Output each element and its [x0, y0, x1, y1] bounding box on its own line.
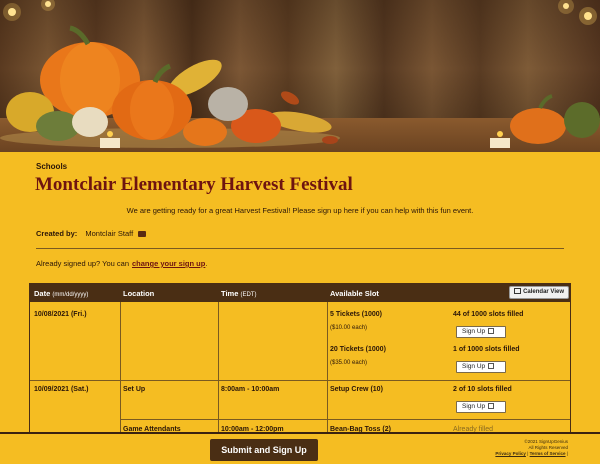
privacy-policy-link[interactable]: Privacy Policy [495, 451, 526, 456]
already-signed-suffix: . [205, 259, 208, 268]
submit-signup-button[interactable]: Submit and Sign Up [210, 439, 318, 461]
signup-button[interactable]: Sign Up [456, 361, 506, 373]
sticky-footer: Submit and Sign Up ©2021 SignUpGenius Al… [0, 432, 600, 464]
date-header: Date (mm/dd/yyyy) [34, 289, 89, 298]
header-banner-image [0, 0, 600, 152]
email-icon[interactable] [138, 231, 147, 237]
signup-button[interactable]: Sign Up [456, 401, 506, 413]
row-divider [120, 419, 570, 420]
row-date: 10/08/2021 (Fri.) [34, 311, 87, 318]
slots-filled: 1 of 1000 slots filled [453, 346, 520, 353]
created-by: Created by: Montclair Staff [36, 229, 147, 238]
slot-name: 20 Tickets (1000) [330, 346, 386, 353]
checkbox[interactable] [488, 328, 495, 334]
harvest-illustration [0, 0, 600, 148]
terms-of-service-link[interactable]: Terms of Service [530, 451, 566, 456]
already-signed-up: Already signed up? You can change your si… [36, 259, 207, 268]
row-time: 8:00am - 10:00am [221, 386, 280, 393]
checkbox[interactable] [488, 363, 495, 369]
copyright: ©2021 SignUpGenius All Rights Reserved P… [495, 439, 568, 456]
event-description: We are getting ready for a great Harvest… [126, 206, 474, 215]
checkbox[interactable] [488, 403, 495, 409]
category-label: Schools [36, 162, 68, 171]
slot-header: Available Slot [330, 289, 379, 298]
signup-table: Date (mm/dd/yyyy) Location Time (EDT) Av… [29, 283, 571, 433]
column-divider [327, 302, 328, 433]
created-by-label: Created by: [36, 229, 78, 238]
calendar-icon [514, 288, 522, 294]
table-header: Date (mm/dd/yyyy) Location Time (EDT) Av… [30, 283, 570, 302]
signup-button[interactable]: Sign Up [456, 326, 506, 338]
row-date: 10/09/2021 (Sat.) [34, 386, 89, 393]
change-signup-link[interactable]: change your sign up [132, 259, 205, 268]
divider [36, 248, 564, 249]
slot-name: Setup Crew (10) [330, 386, 383, 393]
column-divider [120, 302, 121, 433]
page-title: Montclair Elementary Harvest Festival [35, 174, 353, 195]
slots-filled: 2 of 10 slots filled [453, 386, 512, 393]
slot-price: ($35.00 each) [330, 360, 368, 366]
row-location: Set Up [123, 386, 146, 393]
calendar-view-button[interactable]: Calendar View [509, 286, 569, 299]
signup-content: Schools Montclair Elementary Harvest Fes… [0, 152, 600, 433]
time-header: Time (EDT) [221, 289, 257, 298]
already-signed-text: Already signed up? You can [36, 259, 129, 268]
slot-name: 5 Tickets (1000) [330, 311, 383, 318]
slot-price: ($10.00 each) [330, 325, 368, 331]
column-divider [218, 302, 219, 433]
location-header: Location [123, 289, 155, 298]
slots-filled: 44 of 1000 slots filled [453, 311, 524, 318]
creator-name: Montclair Staff [85, 229, 134, 238]
row-divider [30, 380, 570, 381]
